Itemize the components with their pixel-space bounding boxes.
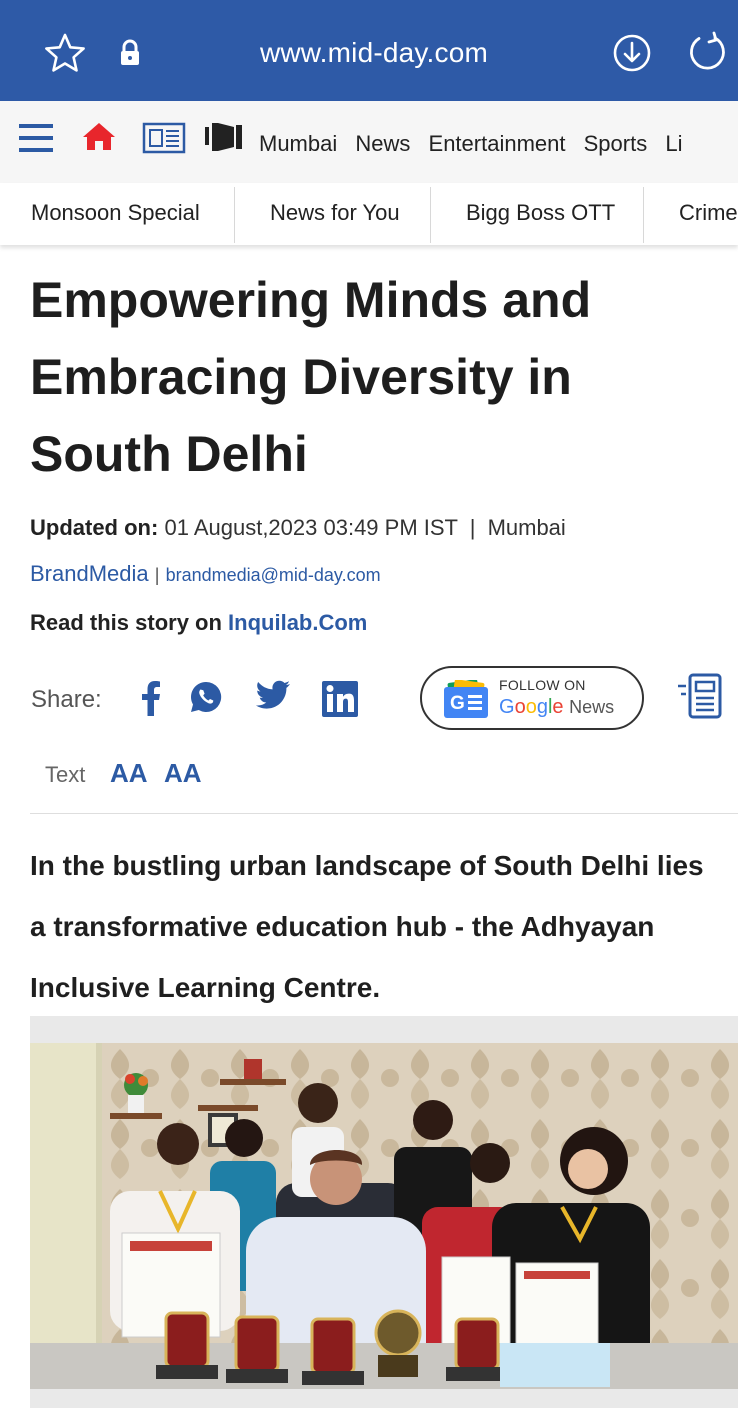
text-size-label: Text: [45, 762, 86, 787]
tab-divider: [234, 187, 235, 243]
tab-monsoon-special[interactable]: Monsoon Special: [31, 183, 200, 245]
article-headline: Empowering Minds and Embracing Diversity…: [30, 272, 592, 482]
article-photo[interactable]: [30, 1043, 738, 1389]
updated-value: 01 August,2023 03:49 PM IST: [164, 515, 458, 540]
nav-link-news[interactable]: News: [355, 131, 410, 156]
read-on-label: Read this story on: [30, 610, 222, 635]
text-decrease-button[interactable]: AA: [164, 758, 202, 789]
facebook-icon[interactable]: [140, 680, 162, 716]
podcast-icon[interactable]: [204, 121, 244, 153]
tab-crime[interactable]: Crime: [679, 183, 738, 245]
google-letter: G: [499, 696, 515, 718]
text-increase-button[interactable]: AA: [110, 758, 148, 789]
linkedin-icon[interactable]: [321, 680, 359, 718]
home-icon[interactable]: [82, 121, 116, 151]
article-byline: BrandMedia | brandmedia@mid-day.com: [30, 561, 381, 587]
epaper-icon[interactable]: [142, 122, 186, 154]
reload-icon[interactable]: [686, 31, 728, 73]
follow-on-label: FOLLOW ON: [499, 677, 586, 693]
browser-toolbar: www.mid-day.com: [0, 0, 738, 101]
follow-google-news-button[interactable]: G FOLLOW ON Google News: [420, 666, 644, 730]
google-letter: e: [552, 696, 564, 718]
download-icon[interactable]: [612, 33, 652, 73]
content-divider: [30, 813, 738, 814]
author-link[interactable]: BrandMedia: [30, 561, 149, 586]
share-label: Share:: [31, 686, 102, 713]
twitter-icon[interactable]: [255, 680, 291, 710]
author-email[interactable]: brandmedia@mid-day.com: [166, 565, 381, 585]
nav-link-entertainment[interactable]: Entertainment: [429, 131, 566, 156]
read-on: Read this story on Inquilab.Com: [30, 610, 367, 636]
tab-bigg-boss-ott[interactable]: Bigg Boss OTT: [466, 183, 615, 245]
tab-divider: [643, 187, 644, 243]
whatsapp-icon[interactable]: [189, 680, 223, 714]
category-tabs: Monsoon Special News for You Bigg Boss O…: [0, 183, 738, 245]
google-letter: g: [536, 696, 548, 718]
byline-separator: |: [154, 565, 160, 585]
reader-mode-icon[interactable]: [676, 672, 728, 722]
google-news-icon: G: [444, 680, 488, 718]
nav-link-mumbai[interactable]: Mumbai: [259, 131, 337, 156]
svg-text:G: G: [450, 693, 465, 714]
site-navigation: Mumbai News Entertainment Sports Li: [0, 101, 738, 183]
article-location: Mumbai: [487, 515, 566, 540]
nav-link-sports[interactable]: Sports: [584, 131, 648, 156]
google-letter: o: [514, 696, 526, 718]
menu-icon[interactable]: [19, 123, 53, 153]
article-lead: In the bustling urban landscape of South…: [30, 850, 704, 1003]
tab-news-for-you[interactable]: News for You: [270, 183, 400, 245]
meta-separator: |: [469, 515, 476, 540]
updated-label: Updated on:: [30, 515, 159, 540]
nav-link-lifestyle[interactable]: Li: [665, 131, 682, 156]
news-word: News: [569, 697, 615, 717]
inquilab-link[interactable]: Inquilab.Com: [228, 610, 367, 635]
google-news-wordmark: Google News: [499, 696, 614, 719]
tab-divider: [430, 187, 431, 243]
nav-links: Mumbai News Entertainment Sports Li: [259, 131, 694, 157]
article-updated: Updated on: 01 August,2023 03:49 PM IST …: [30, 515, 566, 541]
google-letter: o: [525, 696, 537, 718]
